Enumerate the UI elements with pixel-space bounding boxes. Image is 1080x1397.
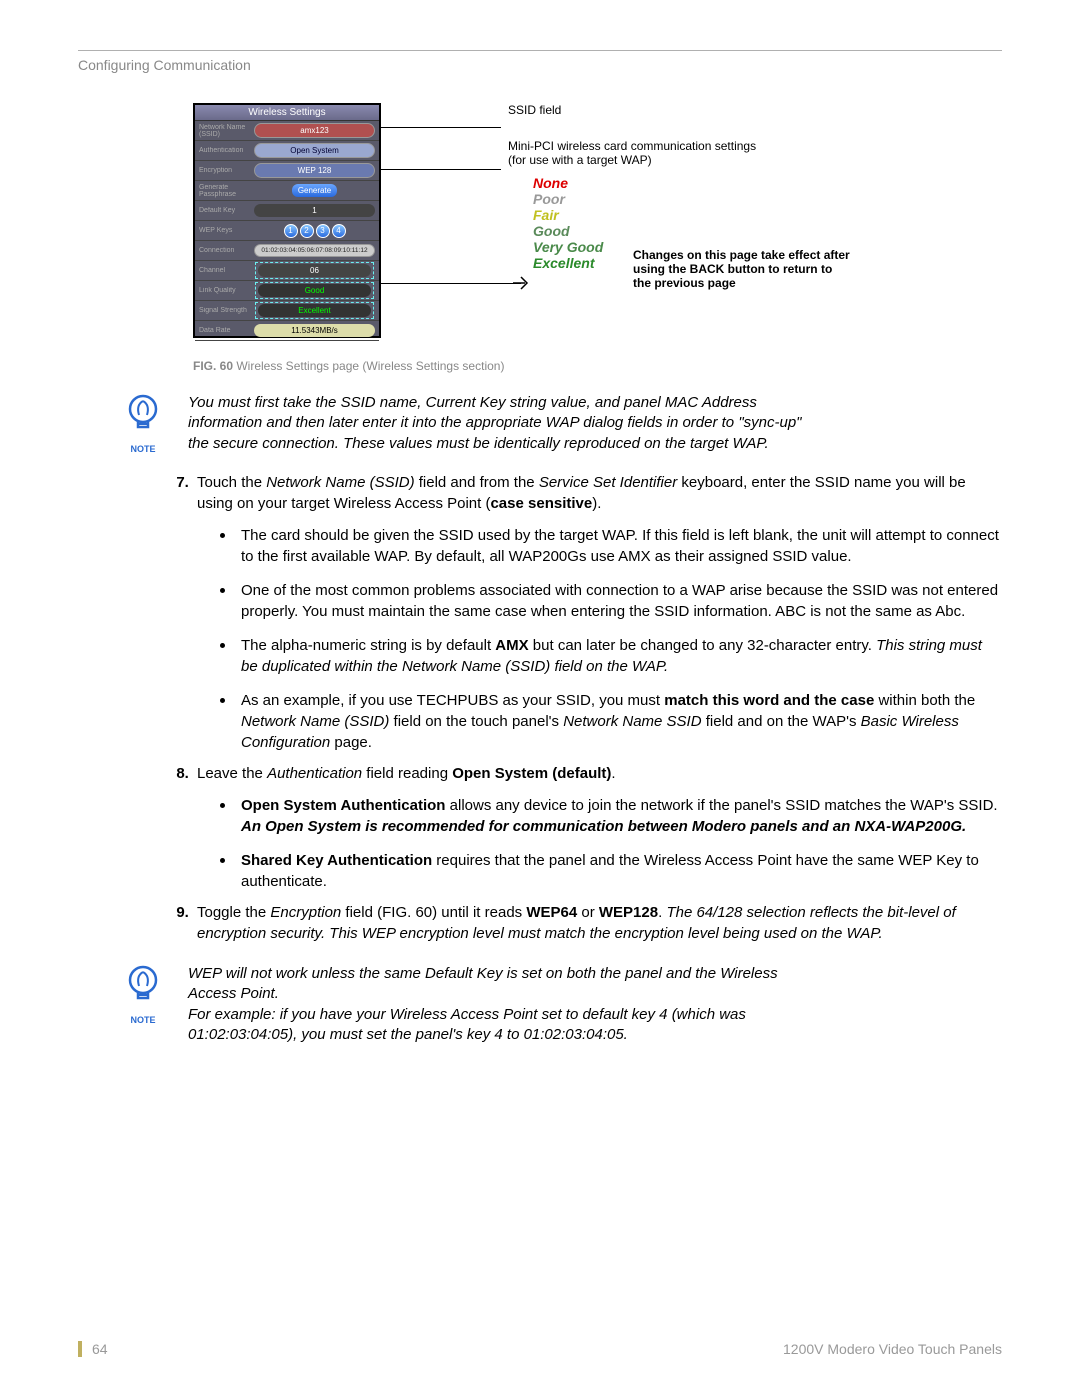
text: Authentication	[267, 765, 362, 782]
row-label: Signal Strength	[199, 307, 254, 314]
text: Network Name (SSID)	[241, 713, 389, 730]
page-number: 64	[78, 1341, 108, 1357]
default-key-field[interactable]: 1	[254, 204, 375, 217]
text: Touch the	[197, 474, 266, 491]
row-label: WEP Keys	[199, 227, 254, 234]
quality-none: None	[533, 175, 603, 191]
note-block-2: NOTE WEP will not work unless the same D…	[118, 964, 1002, 1045]
note-label: NOTE	[118, 444, 168, 454]
generate-button[interactable]: Generate	[292, 184, 337, 197]
quality-scale: None Poor Fair Good Very Good Excellent	[533, 175, 603, 271]
row-label: Encryption	[199, 167, 254, 174]
note-block-1: NOTE You must first take the SSID name, …	[118, 393, 1002, 454]
text: Shared Key Authentication	[241, 852, 432, 869]
figure-60: Wireless Settings Network Name (SSID)amx…	[193, 103, 1002, 353]
text: Service Set Identifier	[539, 474, 677, 491]
figure-number: FIG. 60	[193, 359, 233, 373]
text: ).	[592, 495, 601, 512]
text: WEP128	[599, 904, 658, 921]
signal-strength-field: Excellent	[258, 304, 371, 317]
bullet: The alpha-numeric string is by default A…	[237, 632, 1002, 677]
text: Open System Authentication	[241, 797, 445, 814]
text: within both the	[874, 692, 975, 709]
quality-excellent: Excellent	[533, 255, 603, 271]
step-9: Toggle the Encryption field (FIG. 60) un…	[193, 902, 1002, 944]
text: page.	[330, 734, 372, 751]
text: WEP64	[526, 904, 577, 921]
quality-very-good: Very Good	[533, 239, 603, 255]
row-label: Network Name (SSID)	[199, 124, 254, 138]
encryption-field[interactable]: WEP 128	[254, 163, 375, 178]
quality-poor: Poor	[533, 191, 603, 207]
text: AMX	[495, 637, 528, 654]
row-label: Connection	[199, 247, 254, 254]
text: match this word and the case	[664, 692, 874, 709]
figure-caption: FIG. 60 Wireless Settings page (Wireless…	[193, 359, 1002, 373]
wep-keys[interactable]: 1234	[254, 224, 375, 238]
note-text-2: WEP will not work unless the same Defaul…	[168, 964, 808, 1045]
bullet: Shared Key Authentication requires that …	[237, 847, 1002, 892]
document-title: 1200V Modero Video Touch Panels	[783, 1341, 1002, 1357]
row-label: Link Quality	[199, 287, 254, 294]
text: field reading	[362, 765, 452, 782]
panel-title: Wireless Settings	[195, 105, 379, 121]
step-7: Touch the Network Name (SSID) field and …	[193, 472, 1002, 753]
bullet: As an example, if you use TECHPUBS as yo…	[237, 687, 1002, 753]
ssid-field[interactable]: amx123	[254, 123, 375, 138]
instruction-list: Touch the Network Name (SSID) field and …	[193, 472, 1002, 944]
row-label: Channel	[199, 267, 254, 274]
text: Network Name SSID	[563, 713, 701, 730]
row-label: Generate Passphrase	[199, 184, 254, 198]
auth-field[interactable]: Open System	[254, 143, 375, 158]
text: Toggle the	[197, 904, 270, 921]
text: An Open System is recommended for commun…	[241, 818, 966, 835]
link-quality-field: Good	[258, 284, 371, 297]
text: The alpha-numeric string is by default	[241, 637, 495, 654]
text: case sensitive	[490, 495, 592, 512]
connection-field: 01:02:03:04:05:06:07:08:09:10:11:12	[254, 244, 375, 257]
arrow-icon	[513, 275, 529, 291]
text: Network Name (SSID)	[266, 474, 414, 491]
note-icon: NOTE	[118, 393, 168, 454]
step-8: Leave the Authentication field reading O…	[193, 763, 1002, 892]
quality-good: Good	[533, 223, 603, 239]
row-label: Default Key	[199, 207, 254, 214]
text: field (FIG. 60) until it reads	[341, 904, 526, 921]
text: allows any device to join the network if…	[445, 797, 997, 814]
bullet: The card should be given the SSID used b…	[237, 522, 1002, 567]
text: Leave the	[197, 765, 267, 782]
note-label: NOTE	[118, 1015, 168, 1025]
text: but can later be changed to any 32-chara…	[529, 637, 876, 654]
bullet: Open System Authentication allows any de…	[237, 792, 1002, 837]
callout-changes-note: Changes on this page take effect after u…	[633, 248, 853, 290]
figure-caption-text: Wireless Settings page (Wireless Setting…	[233, 359, 504, 373]
callout-mini-pci: Mini-PCI wireless card communication set…	[508, 139, 758, 167]
text: field and on the WAP's	[702, 713, 861, 730]
section-header: Configuring Communication	[78, 57, 1002, 73]
text: Open System (default)	[452, 765, 611, 782]
note-icon: NOTE	[118, 964, 168, 1045]
text: Encryption	[270, 904, 341, 921]
row-label: Authentication	[199, 147, 254, 154]
row-label: Data Rate	[199, 327, 254, 334]
text: field on the touch panel's	[389, 713, 563, 730]
text: or	[577, 904, 599, 921]
bullet: One of the most common problems associat…	[237, 577, 1002, 622]
text: .	[611, 765, 615, 782]
text: field and from the	[415, 474, 539, 491]
quality-fair: Fair	[533, 207, 603, 223]
note-text-1: You must first take the SSID name, Curre…	[168, 393, 808, 454]
channel-field: 06	[258, 264, 371, 277]
data-rate-field: 11.5343MB/s	[254, 324, 375, 337]
text: As an example, if you use TECHPUBS as yo…	[241, 692, 664, 709]
wireless-settings-panel: Wireless Settings Network Name (SSID)amx…	[193, 103, 381, 338]
callout-ssid: SSID field	[508, 103, 561, 117]
